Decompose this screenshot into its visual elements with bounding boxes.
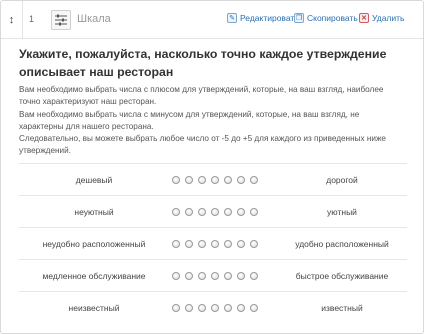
scale-left-label: дешевый — [75, 175, 113, 185]
description-line: Следовательно, вы можете выбрать любое ч… — [19, 134, 386, 144]
radio-group — [172, 208, 258, 217]
scale-radio[interactable] — [198, 272, 206, 280]
scale-radio[interactable] — [224, 304, 232, 312]
scale-radio[interactable] — [198, 176, 206, 184]
drag-arrows-icon: ↕ — [8, 14, 15, 26]
radio-group — [172, 240, 258, 249]
radio-group — [172, 304, 258, 313]
scale-right-label: дорогой — [326, 175, 358, 185]
copy-button[interactable]: ❐ Скопировать — [294, 13, 358, 23]
radio-group — [172, 176, 258, 185]
scale-radio[interactable] — [250, 304, 258, 312]
scale-radio[interactable] — [172, 240, 180, 248]
description-line: характерны для нашего ресторана. — [19, 121, 154, 131]
semantic-scale: дешевый дорогой неуютный уютный неудобно… — [19, 163, 407, 323]
scale-radio[interactable] — [185, 272, 193, 280]
scale-radio[interactable] — [237, 240, 245, 248]
delete-button[interactable]: ✕ Удалить — [359, 13, 404, 23]
scale-radio[interactable] — [172, 176, 180, 184]
scale-radio[interactable] — [185, 208, 193, 216]
scale-radio[interactable] — [237, 176, 245, 184]
scale-right-label: известный — [321, 303, 363, 313]
scale-radio[interactable] — [211, 272, 219, 280]
copy-icon: ❐ — [294, 13, 304, 23]
scale-radio[interactable] — [198, 304, 206, 312]
copy-label: Скопировать — [307, 13, 358, 23]
delete-label: Удалить — [372, 13, 405, 23]
scale-left-label: медленное обслуживание — [42, 271, 146, 281]
radio-group — [172, 272, 258, 281]
scale-radio[interactable] — [250, 176, 258, 184]
sliders-icon — [51, 10, 71, 30]
description-line: Вам необходимо выбрать числа с минусом д… — [19, 109, 360, 119]
scale-radio[interactable] — [198, 208, 206, 216]
scale-radio[interactable] — [250, 272, 258, 280]
scale-radio[interactable] — [172, 304, 180, 312]
drag-handle[interactable]: ↕ — [1, 1, 23, 39]
edit-button[interactable]: ✎ Редактировать — [227, 13, 299, 23]
pencil-icon: ✎ — [227, 13, 237, 23]
scale-radio[interactable] — [237, 304, 245, 312]
scale-radio[interactable] — [237, 208, 245, 216]
scale-left-label: неудобно расположенный — [42, 239, 146, 249]
scale-right-label: уютный — [327, 207, 357, 217]
description-line: точно характеризуют наш ресторан. — [19, 97, 157, 107]
scale-radio[interactable] — [224, 208, 232, 216]
description-line: утверждений. — [19, 146, 71, 156]
scale-radio[interactable] — [211, 240, 219, 248]
question-description: Вам необходимо выбрать числа с плюсом дл… — [19, 84, 414, 158]
scale-radio[interactable] — [250, 240, 258, 248]
scale-radio[interactable] — [211, 208, 219, 216]
scale-radio[interactable] — [172, 208, 180, 216]
scale-radio[interactable] — [185, 176, 193, 184]
scale-radio[interactable] — [198, 240, 206, 248]
scale-radio[interactable] — [185, 240, 193, 248]
scale-row: неизвестный известный — [19, 291, 407, 323]
scale-right-label: быстрое обслуживание — [295, 271, 389, 281]
question-card: ↕ 1 Шкала ✎ Редактировать ❐ Скопировать … — [0, 0, 424, 334]
description-line: Вам необходимо выбрать числа с плюсом дл… — [19, 85, 384, 94]
scale-radio[interactable] — [185, 304, 193, 312]
scale-radio[interactable] — [211, 304, 219, 312]
scale-radio[interactable] — [237, 272, 245, 280]
question-number: 1 — [29, 14, 35, 24]
scale-row: неуютный уютный — [19, 195, 407, 227]
scale-row: неудобно расположенный удобно расположен… — [19, 227, 407, 259]
question-header: ↕ 1 Шкала ✎ Редактировать ❐ Скопировать … — [1, 1, 423, 39]
scale-radio[interactable] — [211, 176, 219, 184]
scale-radio[interactable] — [224, 240, 232, 248]
scale-radio[interactable] — [250, 208, 258, 216]
scale-left-label: неуютный — [74, 207, 114, 217]
scale-radio[interactable] — [172, 272, 180, 280]
scale-right-label: удобно расположенный — [295, 239, 389, 249]
close-icon: ✕ — [359, 13, 369, 23]
scale-radio[interactable] — [224, 272, 232, 280]
scale-radio[interactable] — [224, 176, 232, 184]
scale-row: медленное обслуживание быстрое обслужива… — [19, 259, 407, 291]
question-title: Укажите, пожалуйста, насколько точно каж… — [19, 47, 387, 79]
scale-row: дешевый дорогой — [19, 163, 407, 195]
question-type-label: Шкала — [77, 13, 111, 25]
edit-label: Редактировать — [240, 13, 299, 23]
scale-left-label: неизвестный — [68, 303, 120, 313]
